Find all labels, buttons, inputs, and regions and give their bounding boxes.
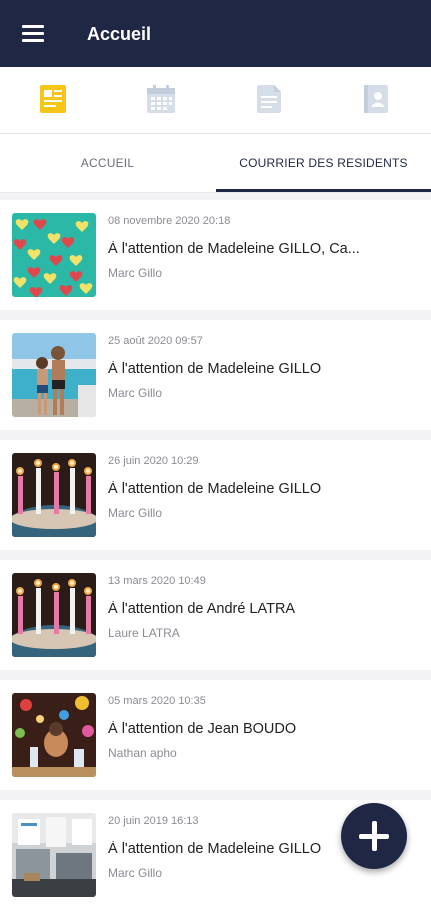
hamburger-menu-icon[interactable] xyxy=(22,25,46,43)
message-thumbnail xyxy=(12,453,96,537)
message-author: Marc Gillo xyxy=(108,866,163,880)
news-icon[interactable] xyxy=(40,85,66,113)
tab-courrier-des-residents[interactable]: COURRIER DES RESIDENTS xyxy=(216,134,431,192)
message-card[interactable]: 13 mars 2020 10:49 À l'attention de Andr… xyxy=(0,560,431,670)
message-date: 13 mars 2020 10:49 xyxy=(108,575,206,587)
page-title: Accueil xyxy=(87,24,152,44)
calendar-icon[interactable] xyxy=(147,85,175,113)
document-icon[interactable] xyxy=(257,85,281,113)
message-subject: À l'attention de André LATRA xyxy=(108,601,296,617)
message-thumbnail xyxy=(12,573,96,657)
message-subject: À l'attention de Madeleine GILLO xyxy=(108,481,322,497)
message-date: 20 juin 2019 16:13 xyxy=(108,815,199,827)
message-thumbnail xyxy=(12,693,96,777)
message-date: 25 août 2020 09:57 xyxy=(108,335,203,347)
tab-accueil[interactable]: ACCUEIL xyxy=(0,134,215,192)
contact-book-icon[interactable] xyxy=(364,85,388,113)
message-date: 08 novembre 2020 20:18 xyxy=(108,215,231,227)
message-subject: À l'attention de Madeleine GILLO, Ca... xyxy=(108,241,360,257)
tab-bar: ACCUEIL COURRIER DES RESIDENTS xyxy=(0,134,431,193)
app-bar: Accueil xyxy=(0,0,431,67)
message-thumbnail xyxy=(12,213,96,297)
message-subject: À l'attention de Madeleine GILLO xyxy=(108,361,322,377)
message-thumbnail xyxy=(12,333,96,417)
new-message-fab[interactable] xyxy=(341,803,407,869)
message-author: Laure LATRA xyxy=(108,626,180,640)
message-card[interactable]: 05 mars 2020 10:35 À l'attention de Jean… xyxy=(0,680,431,790)
section-icon-bar xyxy=(0,67,431,134)
message-date: 05 mars 2020 10:35 xyxy=(108,695,206,707)
message-card[interactable]: 25 août 2020 09:57 À l'attention de Made… xyxy=(0,320,431,430)
message-author: Marc Gillo xyxy=(108,266,163,280)
message-card[interactable]: 26 juin 2020 10:29 À l'attention de Made… xyxy=(0,440,431,550)
message-subject: À l'attention de Jean BOUDO xyxy=(108,721,297,737)
message-date: 26 juin 2020 10:29 xyxy=(108,455,199,467)
message-card[interactable]: 08 novembre 2020 20:18 À l'attention de … xyxy=(0,200,431,310)
active-tab-indicator xyxy=(216,189,431,192)
message-author: Marc Gillo xyxy=(108,506,163,520)
message-author: Marc Gillo xyxy=(108,386,163,400)
message-author: Nathan apho xyxy=(108,746,177,760)
message-thumbnail xyxy=(12,813,96,897)
